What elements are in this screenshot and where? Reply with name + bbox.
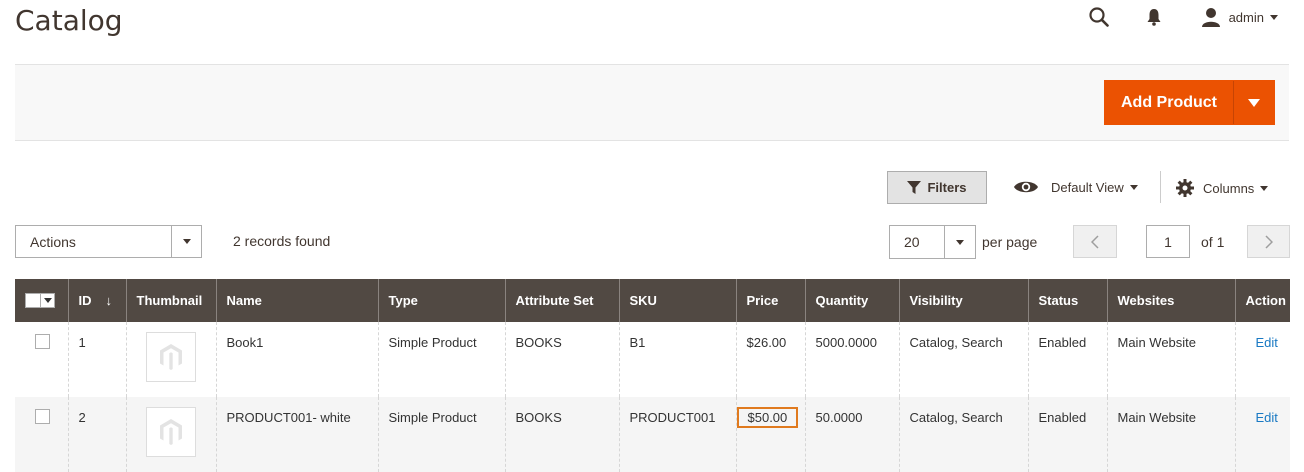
- per-page-value: 20: [904, 234, 920, 250]
- cell-id: 1: [67, 322, 126, 397]
- column-header-type[interactable]: Type: [377, 279, 505, 322]
- add-product-button[interactable]: Add Product: [1105, 81, 1234, 124]
- cell-type: Simple Product: [377, 322, 505, 397]
- cell-websites: Main Website: [1106, 397, 1235, 472]
- default-view-dropdown[interactable]: Default View: [1013, 179, 1138, 195]
- next-page-button[interactable]: [1247, 225, 1290, 258]
- add-product-split-button: Add Product: [1104, 80, 1275, 125]
- cell-sku: B1: [618, 322, 736, 397]
- cell-visibility: Catalog, Search: [898, 397, 1028, 472]
- table-row[interactable]: 2 PRODUCT001- white Simple Product BOOKS…: [15, 397, 1290, 472]
- total-pages: of 1: [1201, 234, 1225, 250]
- column-header-action: Action: [1234, 279, 1290, 322]
- magento-logo-icon: [159, 344, 182, 370]
- current-page-input[interactable]: 1: [1146, 225, 1190, 258]
- cell-visibility: Catalog, Search: [898, 322, 1028, 397]
- product-thumbnail[interactable]: [145, 407, 196, 457]
- sort-arrow-icon: ↓: [105, 293, 113, 308]
- cell-name: Book1: [215, 322, 378, 397]
- cell-websites: Main Website: [1106, 322, 1235, 397]
- column-header-price[interactable]: Price: [735, 279, 805, 322]
- column-header-name[interactable]: Name: [215, 279, 378, 322]
- mass-actions-toggle[interactable]: [171, 226, 201, 257]
- cell-price: $50.00: [735, 397, 805, 472]
- mass-actions-select[interactable]: Actions: [15, 225, 202, 258]
- chevron-down-icon: [1129, 184, 1138, 190]
- per-page-label: per page: [982, 234, 1038, 250]
- filters-label: Filters: [927, 180, 967, 195]
- cell-price: $26.00: [735, 322, 805, 397]
- cell-attribute-set: BOOKS: [504, 322, 619, 397]
- columns-dropdown[interactable]: Columns: [1176, 179, 1269, 197]
- user-name: admin: [1228, 9, 1264, 25]
- column-header-sku[interactable]: SKU: [618, 279, 736, 322]
- cell-status: Enabled: [1027, 322, 1107, 397]
- column-header-id[interactable]: ID ↓: [67, 279, 126, 322]
- row-checkbox[interactable]: [35, 409, 50, 424]
- columns-label: Columns: [1203, 180, 1255, 196]
- chevron-down-icon: [1248, 98, 1260, 107]
- grid-controls: Actions 2 records found 20 per page 1 of…: [0, 225, 1304, 259]
- cell-quantity: 50.0000: [804, 397, 899, 472]
- column-header-status[interactable]: Status: [1027, 279, 1107, 322]
- user-icon: [1201, 8, 1220, 27]
- cell-id: 2: [67, 397, 126, 472]
- mass-select-header[interactable]: [15, 279, 68, 322]
- per-page-toggle[interactable]: [944, 226, 975, 258]
- edit-link[interactable]: Edit: [1256, 410, 1278, 425]
- column-header-quantity[interactable]: Quantity: [804, 279, 899, 322]
- filter-icon: [907, 180, 922, 194]
- gear-icon: [1176, 179, 1194, 197]
- bell-icon[interactable]: [1147, 8, 1161, 26]
- search-icon[interactable]: [1088, 7, 1109, 27]
- cell-quantity: 5000.0000: [804, 322, 899, 397]
- filters-button[interactable]: Filters: [887, 171, 987, 204]
- default-view-label: Default View: [1051, 179, 1124, 195]
- cell-status: Enabled: [1027, 397, 1107, 472]
- eye-icon: [1014, 181, 1038, 193]
- cell-type: Simple Product: [377, 397, 505, 472]
- page-title: Catalog: [15, 4, 123, 37]
- column-header-thumbnail: Thumbnail: [125, 279, 216, 322]
- mass-actions-label: Actions: [30, 233, 76, 250]
- records-found: 2 records found: [233, 233, 331, 249]
- chevron-down-icon: [182, 239, 191, 244]
- user-menu[interactable]: admin: [1201, 7, 1278, 27]
- chevron-left-icon: [1091, 234, 1099, 249]
- chevron-down-icon: [956, 239, 964, 245]
- edit-link[interactable]: Edit: [1256, 335, 1278, 350]
- product-thumbnail[interactable]: [145, 332, 196, 382]
- table-row[interactable]: 1 Book1 Simple Product BOOKS B1 $26.00 5…: [15, 322, 1290, 397]
- grid-header-row: ID ↓ Thumbnail Name Type Attribute Set SK…: [15, 279, 1290, 322]
- column-header-attribute-set[interactable]: Attribute Set: [504, 279, 619, 322]
- cell-name: PRODUCT001- white: [215, 397, 378, 472]
- chevron-down-icon: [1260, 185, 1269, 191]
- previous-page-button[interactable]: [1073, 225, 1117, 258]
- row-checkbox[interactable]: [35, 334, 50, 349]
- chevron-down-icon: [1270, 14, 1278, 20]
- chevron-down-icon: [43, 298, 52, 303]
- page-actions-bar: Add Product: [15, 64, 1289, 141]
- magento-logo-icon: [159, 419, 182, 445]
- column-header-visibility[interactable]: Visibility: [898, 279, 1028, 322]
- divider: [1160, 171, 1161, 203]
- column-header-websites[interactable]: Websites: [1106, 279, 1235, 322]
- chevron-right-icon: [1264, 234, 1273, 249]
- add-product-toggle[interactable]: [1234, 81, 1274, 124]
- grid-toolbar: Filters Default View Columns: [0, 171, 1304, 205]
- per-page-select[interactable]: 20: [889, 225, 976, 259]
- mass-select-checkbox[interactable]: [25, 293, 55, 308]
- cell-attribute-set: BOOKS: [504, 397, 619, 472]
- highlighted-price: $50.00: [736, 407, 799, 428]
- header-actions: admin: [1088, 6, 1278, 28]
- cell-sku: PRODUCT001: [618, 397, 736, 472]
- product-grid: ID ↓ Thumbnail Name Type Attribute Set SK…: [15, 279, 1290, 472]
